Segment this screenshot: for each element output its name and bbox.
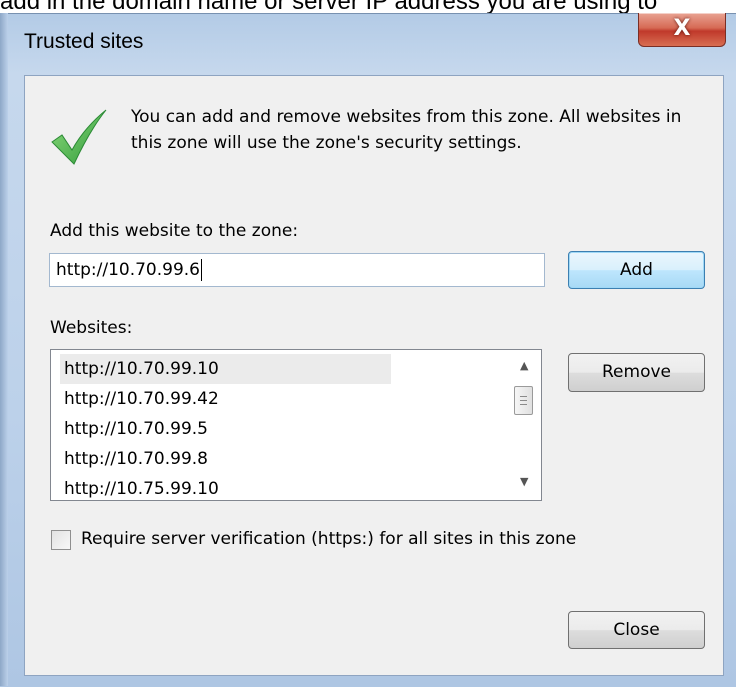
list-item[interactable]: http://10.70.99.5 <box>60 414 391 444</box>
websites-label: Websites: <box>50 318 133 338</box>
green-checkmark-icon <box>51 109 107 165</box>
list-item[interactable]: http://10.70.99.10 <box>60 354 391 384</box>
scroll-down-arrow-icon[interactable]: ▼ <box>520 475 528 488</box>
grip-line <box>520 400 527 401</box>
list-item[interactable]: http://10.70.99.8 <box>60 444 391 474</box>
zone-info-text: You can add and remove websites from thi… <box>131 107 682 153</box>
require-https-checkbox[interactable] <box>51 530 71 550</box>
require-https-label: Require server verification (https:) for… <box>81 529 577 549</box>
grip-line <box>520 396 527 397</box>
website-input[interactable]: http://10.70.99.6 <box>49 253 545 287</box>
websites-scrollbar[interactable]: ▲ ▼ <box>511 350 540 500</box>
add-button[interactable]: Add <box>568 251 705 289</box>
title-close-button[interactable]: X <box>638 13 726 47</box>
websites-listbox[interactable]: http://10.70.99.10 http://10.70.99.42 ht… <box>50 349 542 501</box>
list-item[interactable]: http://10.70.99.42 <box>60 384 391 414</box>
grip-line <box>520 404 527 405</box>
remove-button[interactable]: Remove <box>568 353 705 392</box>
list-item[interactable]: http://10.75.99.10 <box>60 474 391 500</box>
window-frame-edge <box>0 13 8 686</box>
scroll-up-arrow-icon[interactable]: ▲ <box>520 359 528 372</box>
close-button[interactable]: Close <box>568 611 705 649</box>
window-title: Trusted sites <box>24 30 144 53</box>
website-input-value: http://10.70.99.6 <box>56 260 201 280</box>
text-caret <box>201 259 203 281</box>
scroll-thumb[interactable] <box>514 386 533 415</box>
add-website-label: Add this website to the zone: <box>50 221 299 241</box>
